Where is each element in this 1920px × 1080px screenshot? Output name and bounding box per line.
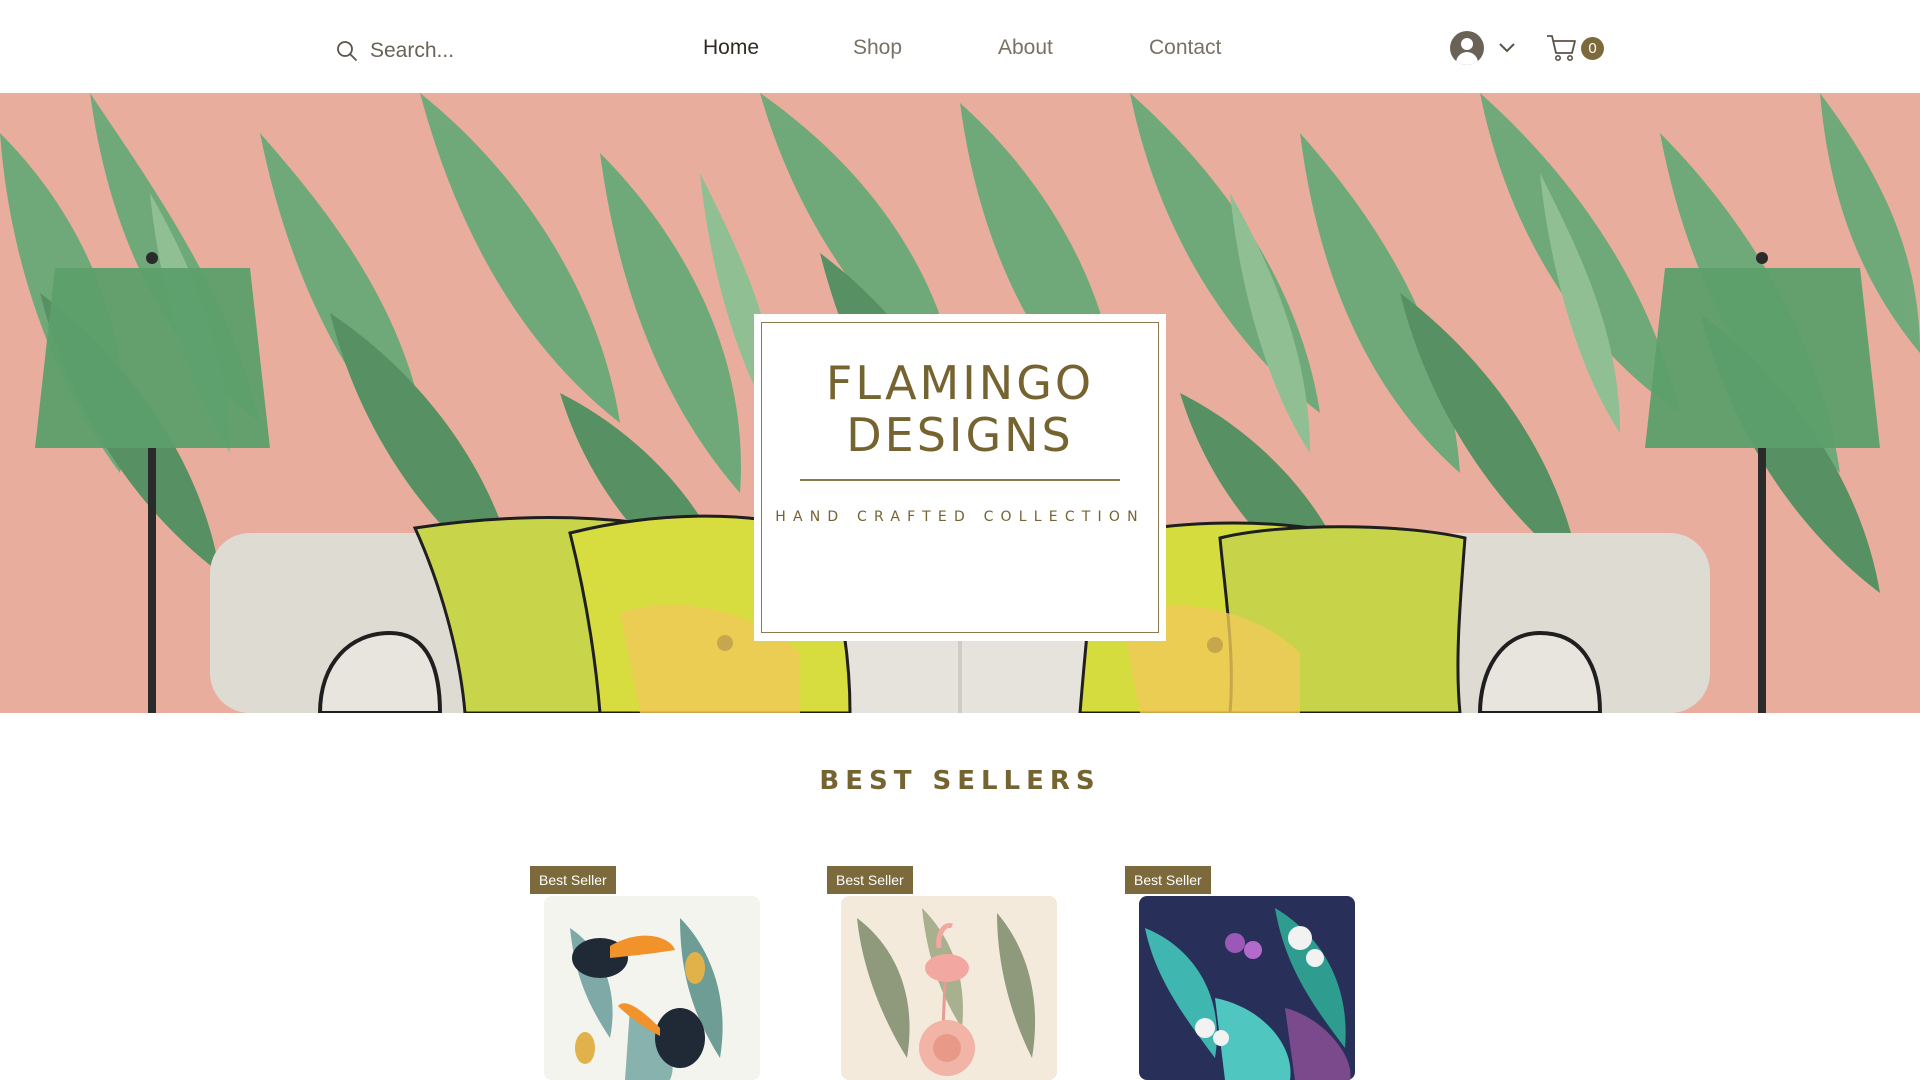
product-image[interactable] [827,888,1067,1080]
product-card-flamingo-pillow[interactable]: Best Seller [827,866,1067,1080]
site-header: Home Shop About Contact 0 [0,0,1920,93]
brand-title: FLAMINGO DESIGNS [762,357,1158,461]
hero-banner: FLAMINGO DESIGNS HAND CRAFTED COLLECTION [0,93,1920,713]
product-card-toucan-pillow[interactable]: Best Seller [530,866,770,1080]
nav-contact[interactable]: Contact [1149,36,1249,60]
toucan-pillow-image [544,896,760,1080]
search-icon [337,41,357,61]
brand-divider [800,479,1120,481]
best-seller-badge: Best Seller [530,866,616,894]
nav-about[interactable]: About [998,36,1149,60]
chevron-down-icon[interactable] [1498,42,1516,54]
cart-count-badge: 0 [1581,37,1604,60]
brand-title-line-2: DESIGNS [846,408,1074,462]
cart-icon [1547,35,1576,61]
flamingo-pillow-image [841,896,1057,1080]
search-input[interactable] [370,39,570,63]
product-image[interactable] [1125,888,1365,1080]
main-nav: Home Shop About Contact [703,36,1249,60]
brand-logo-box: FLAMINGO DESIGNS HAND CRAFTED COLLECTION [754,314,1166,641]
nav-shop[interactable]: Shop [853,36,998,60]
brand-title-line-1: FLAMINGO [825,356,1095,410]
brand-logo-frame: FLAMINGO DESIGNS HAND CRAFTED COLLECTION [761,322,1159,633]
nav-home[interactable]: Home [703,36,853,60]
brand-tagline: HAND CRAFTED COLLECTION [775,509,1145,525]
account-menu[interactable] [1450,31,1516,65]
product-image[interactable] [530,888,770,1080]
orchid-pillow-image [1139,896,1355,1080]
best-seller-badge: Best Seller [1125,866,1211,894]
best-seller-badge: Best Seller [827,866,913,894]
product-card-orchid-pillow[interactable]: Best Seller [1125,866,1365,1080]
search-bar[interactable] [336,34,570,68]
cart-button[interactable]: 0 [1546,33,1604,63]
user-avatar-icon[interactable] [1450,31,1484,65]
best-sellers-heading: BEST SELLERS [819,766,1101,796]
